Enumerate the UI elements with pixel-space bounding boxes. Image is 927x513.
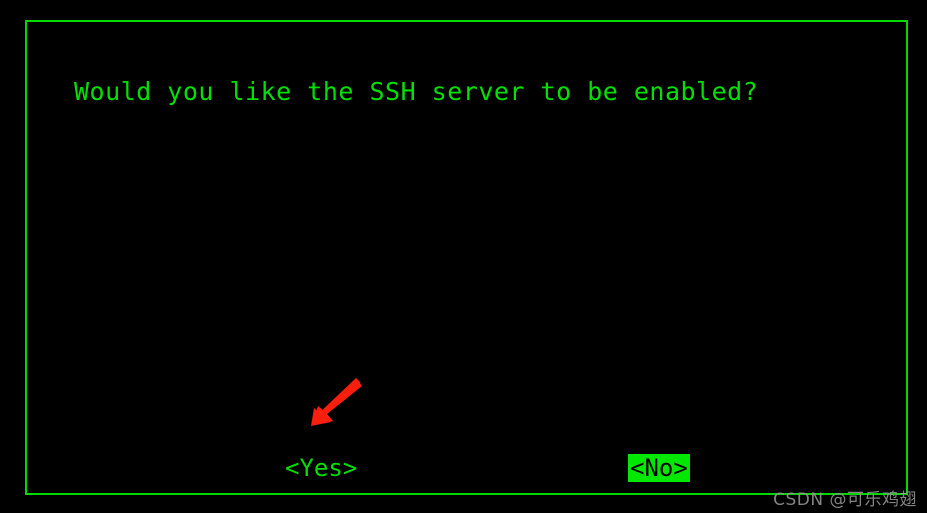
yes-button[interactable]: <Yes> [283, 454, 359, 482]
dialog-question-text: Would you like the SSH server to be enab… [74, 77, 759, 106]
terminal-screen: Would you like the SSH server to be enab… [0, 0, 927, 513]
watermark-text: CSDN @可乐鸡翅 [773, 490, 917, 510]
dialog-frame: Would you like the SSH server to be enab… [25, 20, 908, 495]
no-button[interactable]: <No> [628, 454, 690, 482]
